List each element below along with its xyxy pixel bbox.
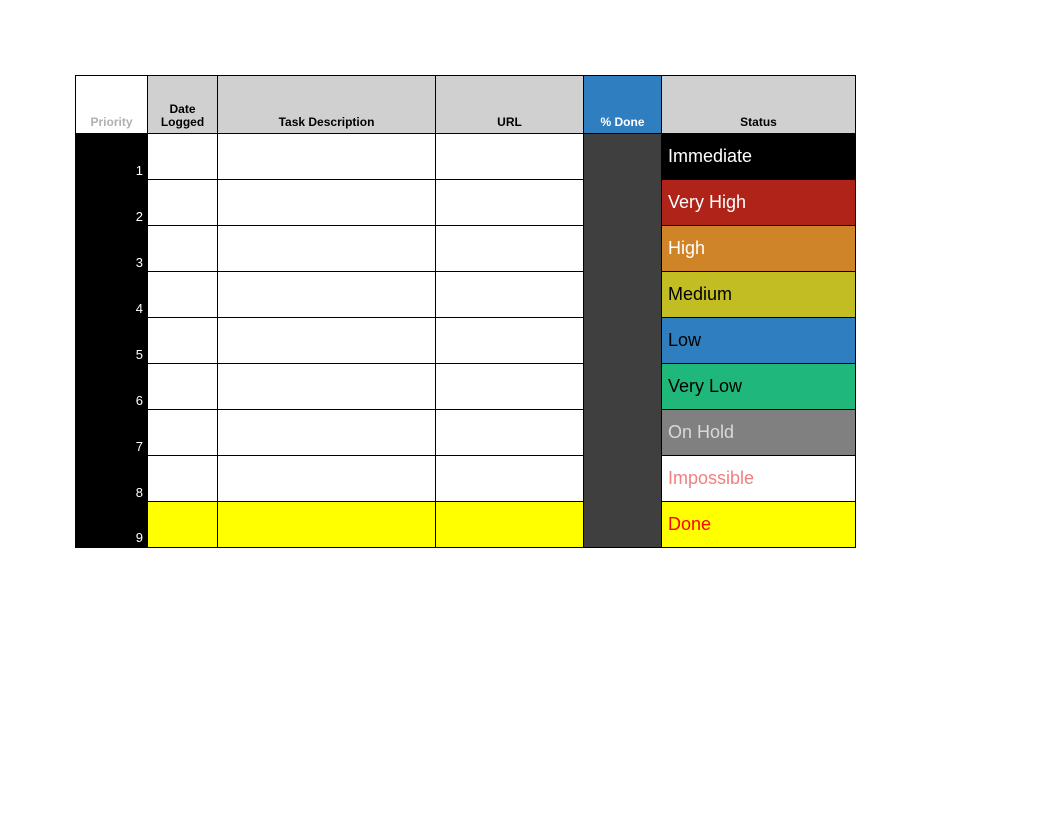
cell-url[interactable] [436, 226, 584, 272]
cell-desc[interactable] [218, 180, 436, 226]
cell-date[interactable] [148, 364, 218, 410]
cell-desc[interactable] [218, 502, 436, 548]
cell-done[interactable] [584, 502, 662, 548]
cell-url[interactable] [436, 272, 584, 318]
header-done: % Done [584, 76, 662, 134]
cell-date[interactable] [148, 456, 218, 502]
cell-status[interactable]: Immediate [662, 134, 856, 180]
cell-desc[interactable] [218, 226, 436, 272]
table-row: 6 Very Low [76, 364, 856, 410]
cell-status[interactable]: High [662, 226, 856, 272]
cell-date[interactable] [148, 502, 218, 548]
cell-done[interactable] [584, 226, 662, 272]
cell-priority[interactable]: 1 [76, 134, 148, 180]
cell-status[interactable]: Impossible [662, 456, 856, 502]
cell-date[interactable] [148, 410, 218, 456]
table-row: 1 Immediate [76, 134, 856, 180]
table-row: 7 On Hold [76, 410, 856, 456]
cell-date[interactable] [148, 180, 218, 226]
cell-priority[interactable]: 8 [76, 456, 148, 502]
cell-done[interactable] [584, 410, 662, 456]
cell-desc[interactable] [218, 272, 436, 318]
cell-done[interactable] [584, 134, 662, 180]
header-url: URL [436, 76, 584, 134]
cell-done[interactable] [584, 318, 662, 364]
cell-done[interactable] [584, 272, 662, 318]
header-desc: Task Description [218, 76, 436, 134]
table-header-row: Priority Date Logged Task Description UR… [76, 76, 856, 134]
cell-status[interactable]: On Hold [662, 410, 856, 456]
cell-desc[interactable] [218, 134, 436, 180]
header-priority: Priority [76, 76, 148, 134]
table-row: 9 Done [76, 502, 856, 548]
cell-priority[interactable]: 9 [76, 502, 148, 548]
cell-priority[interactable]: 2 [76, 180, 148, 226]
cell-url[interactable] [436, 364, 584, 410]
cell-priority[interactable]: 6 [76, 364, 148, 410]
table-row: 8 Impossible [76, 456, 856, 502]
cell-url[interactable] [436, 456, 584, 502]
cell-url[interactable] [436, 318, 584, 364]
cell-priority[interactable]: 7 [76, 410, 148, 456]
table-row: 5 Low [76, 318, 856, 364]
cell-status[interactable]: Low [662, 318, 856, 364]
cell-status[interactable]: Medium [662, 272, 856, 318]
table-row: 2 Very High [76, 180, 856, 226]
cell-date[interactable] [148, 226, 218, 272]
cell-priority[interactable]: 5 [76, 318, 148, 364]
cell-url[interactable] [436, 180, 584, 226]
cell-desc[interactable] [218, 364, 436, 410]
cell-url[interactable] [436, 134, 584, 180]
cell-date[interactable] [148, 272, 218, 318]
cell-priority[interactable]: 3 [76, 226, 148, 272]
cell-priority[interactable]: 4 [76, 272, 148, 318]
cell-desc[interactable] [218, 318, 436, 364]
table-row: 3 High [76, 226, 856, 272]
cell-url[interactable] [436, 502, 584, 548]
cell-done[interactable] [584, 364, 662, 410]
cell-date[interactable] [148, 134, 218, 180]
cell-status[interactable]: Done [662, 502, 856, 548]
cell-status[interactable]: Very High [662, 180, 856, 226]
header-status: Status [662, 76, 856, 134]
cell-status[interactable]: Very Low [662, 364, 856, 410]
cell-url[interactable] [436, 410, 584, 456]
table-row: 4 Medium [76, 272, 856, 318]
cell-desc[interactable] [218, 456, 436, 502]
cell-done[interactable] [584, 180, 662, 226]
cell-desc[interactable] [218, 410, 436, 456]
cell-date[interactable] [148, 318, 218, 364]
task-table: Priority Date Logged Task Description UR… [75, 75, 856, 548]
header-date: Date Logged [148, 76, 218, 134]
cell-done[interactable] [584, 456, 662, 502]
